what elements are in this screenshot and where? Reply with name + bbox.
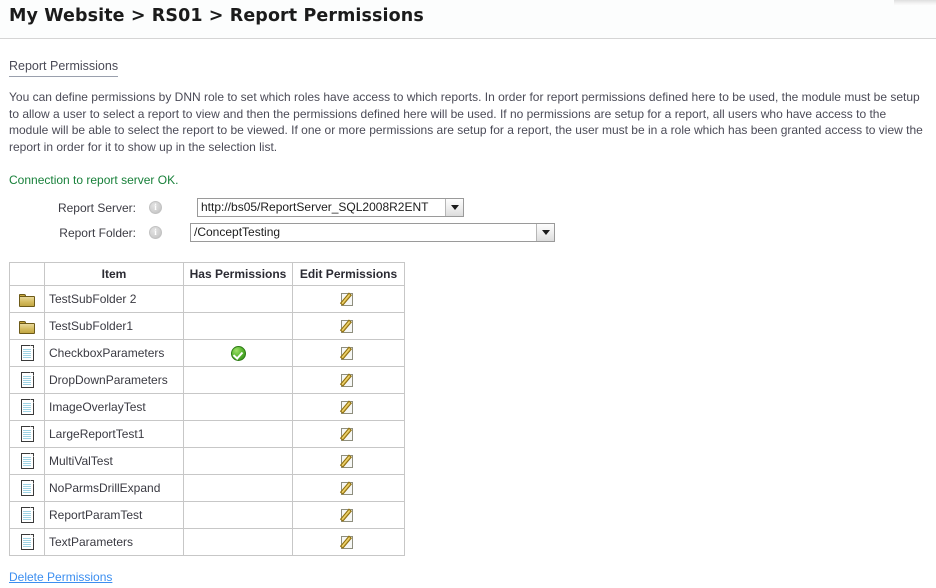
item-name-cell: TestSubFolder1 (45, 313, 184, 340)
has-permissions-cell (184, 502, 293, 529)
report-server-label: Report Server: (9, 201, 142, 215)
row-type-cell (10, 529, 45, 556)
edit-permissions-cell[interactable] (293, 421, 405, 448)
chevron-down-icon[interactable] (536, 224, 554, 241)
table-row: NoParmsDrillExpand (10, 475, 405, 502)
edit-permissions-cell[interactable] (293, 502, 405, 529)
edit-pencil-icon[interactable] (341, 454, 356, 469)
edit-pencil-icon[interactable] (341, 481, 356, 496)
edit-permissions-cell[interactable] (293, 367, 405, 394)
item-name-cell: NoParmsDrillExpand (45, 475, 184, 502)
edit-permissions-cell[interactable] (293, 313, 405, 340)
table-row: CheckboxParameters (10, 340, 405, 367)
table-row: ReportParamTest (10, 502, 405, 529)
item-name-cell: TextParameters (45, 529, 184, 556)
has-permissions-cell (184, 367, 293, 394)
report-server-value: http://bs05/ReportServer_SQL2008R2ENT (198, 199, 445, 216)
table-row: LargeReportTest1 (10, 421, 405, 448)
report-folder-select[interactable]: /ConceptTesting (190, 223, 555, 242)
module-description: You can define permissions by DNN role t… (9, 89, 928, 155)
item-name-cell: MultiValTest (45, 448, 184, 475)
page-icon (21, 426, 34, 442)
edit-pencil-icon[interactable] (341, 373, 356, 388)
row-type-cell (10, 421, 45, 448)
report-permissions-table: Item Has Permissions Edit Permissions Te… (9, 262, 405, 556)
delete-permissions-link[interactable]: Delete Permissions (9, 570, 112, 584)
row-type-cell (10, 313, 45, 340)
item-name-cell: TestSubFolder 2 (45, 286, 184, 313)
report-folder-value: /ConceptTesting (191, 224, 536, 241)
has-permissions-cell (184, 421, 293, 448)
page-title: Report Permissions (9, 59, 118, 77)
chevron-down-icon[interactable] (445, 199, 463, 216)
has-permissions-cell (184, 475, 293, 502)
edit-permissions-cell[interactable] (293, 394, 405, 421)
table-header-row: Item Has Permissions Edit Permissions (10, 263, 405, 286)
report-server-row: Report Server: i http://bs05/ReportServe… (9, 195, 927, 220)
has-permissions-cell (184, 313, 293, 340)
edit-permissions-cell[interactable] (293, 529, 405, 556)
corner-gloss-decoration (894, 0, 936, 6)
table-row: DropDownParameters (10, 367, 405, 394)
table-body: TestSubFolder 2TestSubFolder1CheckboxPar… (10, 286, 405, 556)
row-type-cell (10, 367, 45, 394)
edit-pencil-icon[interactable] (341, 346, 356, 361)
edit-permissions-cell[interactable] (293, 286, 405, 313)
edit-pencil-icon[interactable] (341, 508, 356, 523)
has-permissions-cell (184, 448, 293, 475)
page-icon (21, 507, 34, 523)
row-type-cell (10, 502, 45, 529)
edit-pencil-icon[interactable] (341, 427, 356, 442)
edit-pencil-icon[interactable] (341, 400, 356, 415)
report-folder-row: Report Folder: i /ConceptTesting (9, 220, 927, 245)
page-icon (21, 345, 34, 361)
item-name-cell: LargeReportTest1 (45, 421, 184, 448)
row-type-cell (10, 340, 45, 367)
page-header: My Website > RS01 > Report Permissions (0, 0, 936, 39)
column-header-item: Item (45, 263, 184, 286)
row-type-cell (10, 448, 45, 475)
main-content: Report Permissions You can define permis… (0, 39, 936, 556)
column-header-icon (10, 263, 45, 286)
has-permissions-cell (184, 286, 293, 313)
has-permissions-cell (184, 394, 293, 421)
breadcrumb: My Website > RS01 > Report Permissions (9, 6, 936, 26)
column-header-edit-permissions: Edit Permissions (293, 263, 405, 286)
page-icon (21, 453, 34, 469)
edit-pencil-icon[interactable] (341, 535, 356, 550)
page-icon (21, 399, 34, 415)
check-circle-icon (231, 346, 246, 361)
report-folder-label: Report Folder: (9, 226, 142, 240)
table-row: TestSubFolder 2 (10, 286, 405, 313)
table-row: TestSubFolder1 (10, 313, 405, 340)
row-type-cell (10, 286, 45, 313)
table-row: ImageOverlayTest (10, 394, 405, 421)
edit-permissions-cell[interactable] (293, 340, 405, 367)
folder-icon (19, 321, 35, 334)
table-row: MultiValTest (10, 448, 405, 475)
info-icon[interactable]: i (149, 201, 162, 214)
page-icon (21, 534, 34, 550)
edit-pencil-icon[interactable] (341, 292, 356, 307)
info-icon[interactable]: i (149, 226, 162, 239)
row-type-cell (10, 394, 45, 421)
row-type-cell (10, 475, 45, 502)
item-name-cell: DropDownParameters (45, 367, 184, 394)
edit-permissions-cell[interactable] (293, 475, 405, 502)
has-permissions-cell (184, 340, 293, 367)
edit-permissions-cell[interactable] (293, 448, 405, 475)
page-icon (21, 372, 34, 388)
connection-status-message: Connection to report server OK. (9, 173, 927, 187)
item-name-cell: CheckboxParameters (45, 340, 184, 367)
item-name-cell: ReportParamTest (45, 502, 184, 529)
table-row: TextParameters (10, 529, 405, 556)
folder-icon (19, 294, 35, 307)
page-icon (21, 480, 34, 496)
column-header-has-permissions: Has Permissions (184, 263, 293, 286)
has-permissions-cell (184, 529, 293, 556)
report-server-select[interactable]: http://bs05/ReportServer_SQL2008R2ENT (197, 198, 464, 217)
edit-pencil-icon[interactable] (341, 319, 356, 334)
settings-form: Report Server: i http://bs05/ReportServe… (9, 195, 927, 245)
item-name-cell: ImageOverlayTest (45, 394, 184, 421)
